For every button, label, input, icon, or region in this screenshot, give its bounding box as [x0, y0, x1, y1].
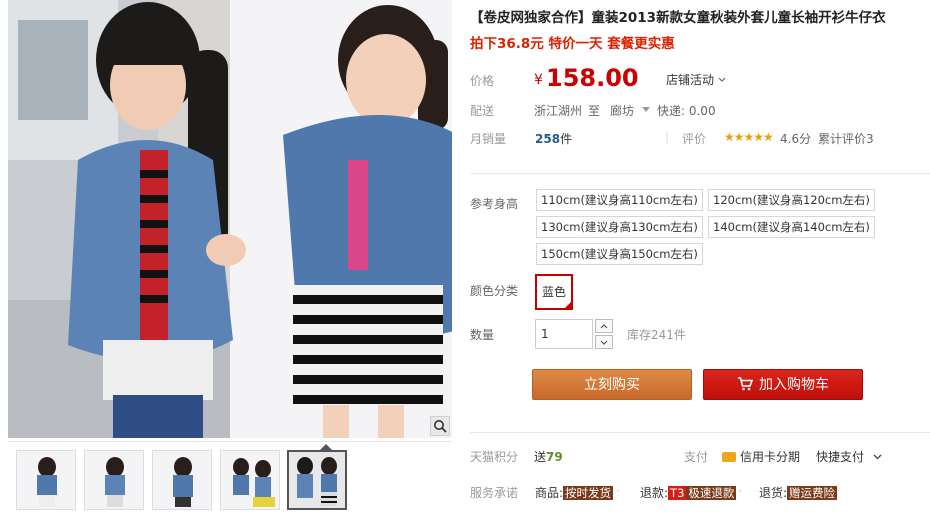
thumbnail-1[interactable] — [16, 450, 76, 510]
monthly-sales: 258件 — [535, 130, 572, 147]
fast-refund-badge: 极速退款 — [686, 486, 737, 500]
price-value: 158.00 — [546, 64, 639, 92]
shipping-origin: 浙江湖州 — [534, 104, 583, 118]
rating-label: 评价 — [682, 132, 707, 146]
credit-installment-label: 信用卡分期 — [740, 450, 801, 464]
shipping-to: 至 — [588, 104, 601, 118]
service-item-shipping[interactable]: 商品: 按时发货 — [535, 484, 614, 501]
color-option-label: 蓝色 — [541, 285, 566, 299]
service-item-return[interactable]: 退货: 赠运费险 — [759, 484, 838, 501]
service-item-refund[interactable]: 退款: T3 极速退款 — [640, 484, 737, 501]
buy-now-button[interactable]: 立刻购买 — [532, 369, 692, 400]
buy-now-label: 立刻购买 — [584, 377, 640, 393]
size-option-150[interactable]: 150cm(建议身高150cm左右) — [536, 243, 703, 265]
monthly-sales-unit: 件 — [560, 132, 573, 146]
points-send: 送 — [534, 450, 547, 464]
quantity-label: 数量 — [470, 328, 495, 342]
add-to-cart-button[interactable]: 加入购物车 — [703, 369, 863, 400]
size-option-130[interactable]: 130cm(建议身高130cm左右) — [536, 216, 703, 238]
size-option-120[interactable]: 120cm(建议身高120cm左右) — [708, 189, 875, 211]
review-count-link[interactable]: 累计评价3 — [818, 130, 874, 147]
points-label: 天猫积分 — [470, 450, 519, 464]
thumbnail-strip — [8, 441, 452, 522]
quick-pay-label: 快捷支付 — [816, 450, 865, 464]
price-label: 价格 — [470, 74, 495, 88]
shipping-label: 配送 — [470, 104, 495, 118]
shipping-insurance-badge: 赠运费险 — [787, 486, 838, 500]
divider — [470, 432, 930, 433]
price-currency: ¥ — [534, 72, 543, 88]
chevron-down-icon — [873, 454, 882, 460]
store-promo-dropdown[interactable]: 店铺活动 — [666, 71, 726, 88]
dot-separator: · — [738, 484, 742, 498]
zoom-button[interactable] — [430, 416, 450, 436]
payment-label: 支付 — [684, 450, 709, 464]
service-item-return-prefix: 退货: — [759, 486, 788, 500]
main-product-image[interactable] — [8, 0, 452, 438]
stock-count: 库存241件 — [627, 328, 686, 342]
size-label: 参考身高 — [470, 197, 519, 211]
store-promo-label: 店铺活动 — [666, 73, 715, 87]
quick-pay-dropdown[interactable]: 快捷支付 — [816, 448, 882, 465]
magnifier-icon — [434, 420, 447, 433]
monthly-sales-label: 月销量 — [470, 132, 507, 146]
quantity-increase-button[interactable] — [595, 319, 613, 333]
shipping-destination-selector[interactable]: 廊坊 — [610, 102, 650, 119]
divider — [470, 173, 930, 174]
add-to-cart-label: 加入购物车 — [759, 377, 829, 393]
product-info-panel: 【卷皮网独家合作】童装2013新款女童秋装外套儿童长袖开衫牛仔衣 拍下36.8元… — [470, 0, 930, 522]
thumbnail-5[interactable] — [287, 450, 347, 510]
points-amount: 送79 — [534, 448, 563, 465]
t3-badge: T3 — [668, 486, 687, 500]
service-item-refund-prefix: 退款: — [640, 486, 669, 500]
product-subtitle: 拍下36.8元 特价一天 套餐更实惠 — [470, 36, 675, 52]
service-item-shipping-prefix: 商品: — [535, 486, 564, 500]
product-title: 【卷皮网独家合作】童装2013新款女童秋装外套儿童长袖开衫牛仔衣 — [470, 10, 886, 26]
service-label: 服务承诺 — [470, 486, 519, 500]
credit-card-icon — [722, 452, 736, 462]
chevron-down-icon — [600, 340, 608, 345]
monthly-sales-count: 258 — [535, 132, 561, 146]
cart-icon — [738, 377, 753, 391]
chevron-up-icon — [600, 323, 608, 328]
quantity-decrease-button[interactable] — [595, 335, 613, 349]
on-time-ship-badge: 按时发货 — [563, 486, 614, 500]
chevron-down-icon — [718, 77, 726, 82]
rating-stars: ★★★★★ — [724, 130, 774, 144]
rating-score: 4.6分 — [780, 132, 812, 146]
thumbnail-3[interactable] — [152, 450, 212, 510]
shipping-fee: 快递: 0.00 — [657, 104, 716, 118]
color-label: 颜色分类 — [470, 284, 519, 298]
size-option-110[interactable]: 110cm(建议身高110cm左右) — [536, 189, 703, 211]
color-option-blue[interactable]: 蓝色 — [535, 274, 573, 310]
divider-bar: | — [665, 130, 670, 144]
points-value: 79 — [546, 450, 563, 464]
thumbnail-2[interactable] — [84, 450, 144, 510]
quantity-input[interactable]: 1 — [535, 319, 593, 349]
selected-check-icon — [564, 301, 572, 309]
thumbnail-4[interactable] — [220, 450, 280, 510]
shipping-destination: 廊坊 — [610, 104, 635, 118]
size-option-140[interactable]: 140cm(建议身高140cm左右) — [708, 216, 875, 238]
caret-down-icon — [641, 107, 650, 112]
dot-separator: · — [616, 484, 620, 498]
credit-installment-link[interactable]: 信用卡分期 — [722, 448, 800, 465]
